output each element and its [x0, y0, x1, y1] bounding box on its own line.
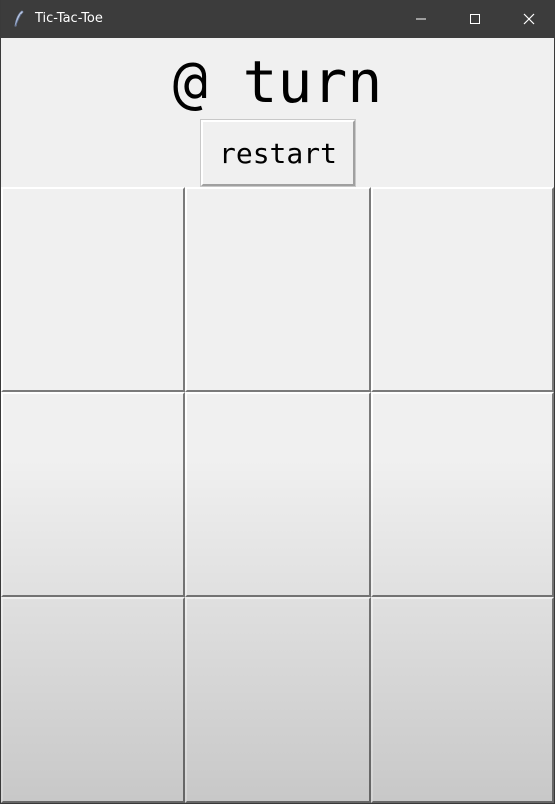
board-cell-r2-c1[interactable]: [1, 392, 185, 597]
board-cell-r1-c1[interactable]: [1, 187, 185, 392]
board-cell-r3-c2[interactable]: [185, 597, 371, 803]
maximize-icon: [469, 13, 481, 25]
close-button[interactable]: [501, 0, 555, 38]
app-window: Tic-Tac-Toe @ turn restart: [0, 0, 555, 804]
close-icon: [523, 13, 535, 25]
board-cell-r2-c2[interactable]: [185, 392, 371, 597]
game-board: [1, 187, 554, 803]
game-area: @ turn restart: [1, 38, 554, 803]
board-cell-r3-c3[interactable]: [371, 597, 554, 803]
minimize-button[interactable]: [393, 0, 449, 38]
feather-icon: [11, 10, 27, 28]
board-cell-r3-c1[interactable]: [1, 597, 185, 803]
maximize-button[interactable]: [447, 0, 503, 38]
minimize-icon: [415, 13, 427, 25]
board-cell-r1-c3[interactable]: [371, 187, 554, 392]
board-cell-r2-c3[interactable]: [371, 392, 554, 597]
restart-button[interactable]: restart: [200, 119, 356, 187]
title-bar[interactable]: Tic-Tac-Toe: [1, 0, 555, 38]
window-title: Tic-Tac-Toe: [35, 11, 103, 26]
board-cell-r1-c2[interactable]: [185, 187, 371, 392]
turn-indicator: @ turn: [172, 48, 383, 116]
